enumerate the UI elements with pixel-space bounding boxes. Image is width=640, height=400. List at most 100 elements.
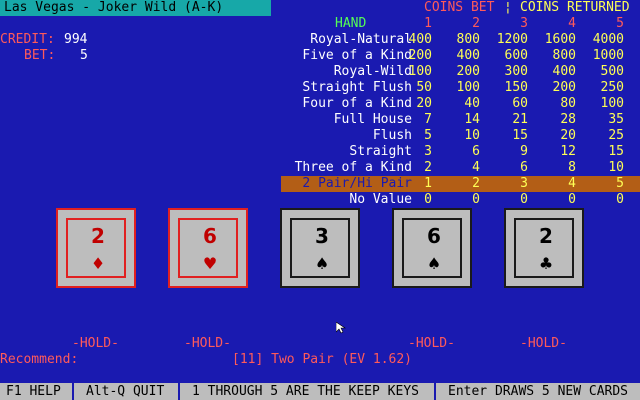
paytable-payout: 250 [600, 80, 624, 95]
card-2[interactable]: 6 ♥ [168, 208, 248, 288]
keep-keys-hint: 1 THROUGH 5 ARE THE KEEP KEYS [192, 384, 419, 399]
card-3[interactable]: 3 ♠ [280, 208, 360, 288]
hold-label-2: -HOLD- [184, 336, 231, 351]
hold-label-5: -HOLD- [520, 336, 567, 351]
paytable-payout: 200 [456, 64, 480, 79]
paytable-payout: 25 [608, 128, 624, 143]
paytable-row: Royal-Natural 400 800 1200 1600 4000 [281, 32, 640, 48]
paytable-payout: 100 [600, 96, 624, 111]
paytable-row: Three of a Kind 2 4 6 8 10 [281, 160, 640, 176]
paytable-payout: 4 [472, 160, 480, 175]
paytable-payout: 400 [552, 64, 576, 79]
paytable-row: Royal-Wild 100 200 300 400 500 [281, 64, 640, 80]
paytable-payout: 15 [512, 128, 528, 143]
paytable-payout: 50 [416, 80, 432, 95]
paytable-payout: 200 [552, 80, 576, 95]
paytable-payout: 3 [520, 176, 528, 191]
paytable-payout: 100 [456, 80, 480, 95]
col-header-4: 4 [568, 16, 576, 31]
card-suit-icon: ♠ [314, 254, 330, 273]
footer-divider [178, 383, 180, 400]
paytable-payout: 150 [504, 80, 528, 95]
card-rank: 3 [315, 224, 329, 248]
paytable-payout: 3 [424, 144, 432, 159]
paytable-payout: 60 [512, 96, 528, 111]
card-suit-icon: ♦ [90, 254, 106, 273]
paytable-payout: 6 [472, 144, 480, 159]
paytable-payout: 4 [568, 176, 576, 191]
card-rank: 2 [91, 224, 105, 248]
credit-value: 994 [64, 32, 88, 47]
paytable-payout: 80 [560, 96, 576, 111]
paytable-payout: 14 [464, 112, 480, 127]
footer-divider [434, 383, 436, 400]
card-rank: 6 [427, 224, 441, 248]
paytable-payout: 0 [616, 192, 624, 207]
card-suit-icon: ♠ [426, 254, 442, 273]
paytable-payout: 9 [520, 144, 528, 159]
paytable-payout: 40 [464, 96, 480, 111]
paytable-payout: 5 [616, 176, 624, 191]
paytable-row: Flush 5 10 15 20 25 [281, 128, 640, 144]
col-header-3: 3 [520, 16, 528, 31]
paytable-payout: 12 [560, 144, 576, 159]
card-5[interactable]: 2 ♣ [504, 208, 584, 288]
paytable-payout: 20 [560, 128, 576, 143]
paytable-payout: 400 [408, 32, 432, 47]
credit-label: CREDIT: [0, 32, 55, 47]
alt-q-quit-hint[interactable]: Alt-Q QUIT [86, 383, 164, 400]
paytable-payout: 6 [520, 160, 528, 175]
coins-returned-header: COINS RETURNED [520, 0, 630, 15]
paytable-payout: 800 [456, 32, 480, 47]
paytable-payout: 1200 [496, 32, 528, 47]
paytable-row: Full House 7 14 21 28 35 [281, 112, 640, 128]
card-suit-icon: ♥ [202, 254, 218, 273]
hand-header: HAND [335, 16, 367, 31]
coins-divider: ¦ [504, 0, 512, 15]
paytable-payout: 21 [512, 112, 528, 127]
paytable-payout: 0 [520, 192, 528, 207]
paytable-row: 2 Pair/Hi Pair 1 2 3 4 5 [281, 176, 640, 192]
enter-draw-hint[interactable]: Enter DRAWS 5 NEW CARDS [448, 383, 628, 400]
paytable-row: Five of a Kind 200 400 600 800 1000 [281, 48, 640, 64]
paytable-payout: 0 [472, 192, 480, 207]
paytable-payout: 2 [472, 176, 480, 191]
footer-divider [72, 383, 74, 400]
paytable-row: Four of a Kind 20 40 60 80 100 [281, 96, 640, 112]
paytable-payout: 1600 [544, 32, 576, 47]
f1-help-hint[interactable]: F1 HELP [6, 383, 61, 400]
col-header-2: 2 [472, 16, 480, 31]
paytable-payout: 0 [424, 192, 432, 207]
paytable-row: Straight 3 6 9 12 15 [281, 144, 640, 160]
coins-bet-header: COINS BET [424, 0, 495, 15]
paytable-payout: 20 [416, 96, 432, 111]
paytable-payout: 1 [424, 176, 432, 191]
paytable-payout: 8 [568, 160, 576, 175]
paytable-payout: 400 [456, 48, 480, 63]
paytable-payout: 100 [408, 64, 432, 79]
window-title: Las Vegas - Joker Wild (A-K) [0, 0, 271, 16]
card-rank: 6 [203, 224, 217, 248]
paytable-row: Straight Flush 50 100 150 200 250 [281, 80, 640, 96]
paytable-payout: 15 [608, 144, 624, 159]
footer-bar: F1 HELP Alt-Q QUIT 1 THROUGH 5 ARE THE K… [0, 383, 640, 400]
paytable-payout: 4000 [592, 32, 624, 47]
bet-label: BET: [24, 48, 56, 63]
col-header-5: 5 [616, 16, 624, 31]
paytable-payout: 0 [568, 192, 576, 207]
paytable-row: No Value 0 0 0 0 0 [281, 192, 640, 208]
paytable-payout: 35 [608, 112, 624, 127]
card-1[interactable]: 2 ♦ [56, 208, 136, 288]
paytable-payout: 28 [560, 112, 576, 127]
hold-label-1: -HOLD- [72, 336, 119, 351]
col-header-1: 1 [424, 16, 432, 31]
bet-value: 5 [80, 48, 88, 63]
paytable-payout: 800 [552, 48, 576, 63]
recommend-text: [11] Two Pair (EV 1.62) [232, 352, 413, 367]
paytable-payout: 1000 [592, 48, 624, 63]
paytable-payout: 300 [504, 64, 528, 79]
card-4[interactable]: 6 ♠ [392, 208, 472, 288]
recommend-label: Recommend: [0, 352, 79, 367]
paytable-payout: 200 [408, 48, 432, 63]
card-rank: 2 [539, 224, 553, 248]
